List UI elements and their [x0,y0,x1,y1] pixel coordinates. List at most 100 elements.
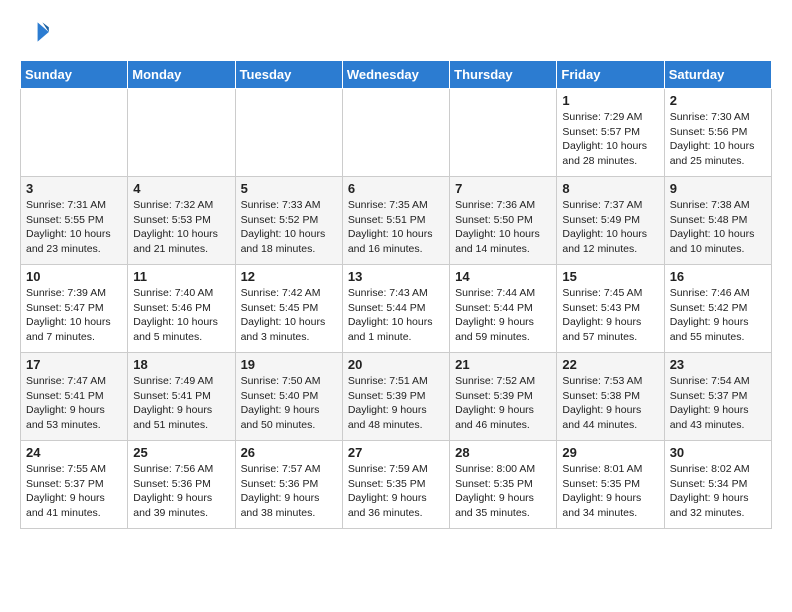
day-number: 14 [455,269,551,284]
day-number: 15 [562,269,658,284]
calendar-cell: 20Sunrise: 7:51 AM Sunset: 5:39 PM Dayli… [342,353,449,441]
day-number: 27 [348,445,444,460]
calendar-cell [21,89,128,177]
day-number: 8 [562,181,658,196]
calendar-cell: 16 Sunrise: 7:46 AM Sunset: 5:42 PM Dayli… [664,265,771,353]
calendar-cell: 6Sunrise: 7:35 AM Sunset: 5:51 PM Daylig… [342,177,449,265]
calendar-cell: 19 Sunrise: 7:50 AM Sunset: 5:40 PM Dayli… [235,353,342,441]
calendar-cell: 12Sunrise: 7:42 AM Sunset: 5:45 PM Dayli… [235,265,342,353]
calendar-cell: 17 Sunrise: 7:47 AM Sunset: 5:41 PM Dayli… [21,353,128,441]
calendar-cell [235,89,342,177]
day-number: 12 [241,269,337,284]
calendar-cell: 3Sunrise: 7:31 AM Sunset: 5:55 PM Daylig… [21,177,128,265]
day-number: 9 [670,181,766,196]
day-info: Sunrise: 7:40 AM Sunset: 5:46 PM Dayligh… [133,286,229,345]
header [20,16,772,48]
logo [20,16,56,48]
day-number: 28 [455,445,551,460]
calendar-cell: 1Sunrise: 7:29 AM Sunset: 5:57 PM Daylig… [557,89,664,177]
weekday-header: Tuesday [235,61,342,89]
day-number: 24 [26,445,122,460]
day-number: 25 [133,445,229,460]
day-info: Sunrise: 7:33 AM Sunset: 5:52 PM Dayligh… [241,198,337,257]
calendar-cell: 27 Sunrise: 7:59 AM Sunset: 5:35 PM Dayli… [342,441,449,529]
day-number: 22 [562,357,658,372]
calendar-cell: 11 Sunrise: 7:40 AM Sunset: 5:46 PM Dayli… [128,265,235,353]
calendar-cell: 8 Sunrise: 7:37 AM Sunset: 5:49 PM Daylig… [557,177,664,265]
day-info: Sunrise: 8:02 AM Sunset: 5:34 PM Dayligh… [670,462,766,521]
day-number: 26 [241,445,337,460]
calendar-cell [342,89,449,177]
day-number: 20 [348,357,444,372]
day-info: Sunrise: 7:38 AM Sunset: 5:48 PM Dayligh… [670,198,766,257]
weekday-header: Saturday [664,61,771,89]
day-number: 11 [133,269,229,284]
day-info: Sunrise: 7:29 AM Sunset: 5:57 PM Dayligh… [562,110,658,169]
weekday-header: Monday [128,61,235,89]
calendar-cell: 18Sunrise: 7:49 AM Sunset: 5:41 PM Dayli… [128,353,235,441]
day-number: 7 [455,181,551,196]
day-number: 5 [241,181,337,196]
day-info: Sunrise: 7:54 AM Sunset: 5:37 PM Dayligh… [670,374,766,433]
day-info: Sunrise: 7:44 AM Sunset: 5:44 PM Dayligh… [455,286,551,345]
calendar-cell: 5 Sunrise: 7:33 AM Sunset: 5:52 PM Daylig… [235,177,342,265]
calendar-cell: 29 Sunrise: 8:01 AM Sunset: 5:35 PM Dayli… [557,441,664,529]
day-info: Sunrise: 7:35 AM Sunset: 5:51 PM Dayligh… [348,198,444,257]
calendar-cell: 23 Sunrise: 7:54 AM Sunset: 5:37 PM Dayli… [664,353,771,441]
calendar-cell: 24 Sunrise: 7:55 AM Sunset: 5:37 PM Dayli… [21,441,128,529]
day-info: Sunrise: 7:46 AM Sunset: 5:42 PM Dayligh… [670,286,766,345]
day-number: 3 [26,181,122,196]
day-number: 19 [241,357,337,372]
day-info: Sunrise: 7:50 AM Sunset: 5:40 PM Dayligh… [241,374,337,433]
calendar-week-row: 24 Sunrise: 7:55 AM Sunset: 5:37 PM Dayli… [21,441,772,529]
day-info: Sunrise: 8:01 AM Sunset: 5:35 PM Dayligh… [562,462,658,521]
day-number: 16 [670,269,766,284]
day-info: Sunrise: 7:47 AM Sunset: 5:41 PM Dayligh… [26,374,122,433]
weekday-header: Thursday [450,61,557,89]
day-info: Sunrise: 7:37 AM Sunset: 5:49 PM Dayligh… [562,198,658,257]
calendar-cell: 30 Sunrise: 8:02 AM Sunset: 5:34 PM Dayli… [664,441,771,529]
day-number: 13 [348,269,444,284]
day-number: 29 [562,445,658,460]
calendar-cell: 7 Sunrise: 7:36 AM Sunset: 5:50 PM Daylig… [450,177,557,265]
day-info: Sunrise: 7:59 AM Sunset: 5:35 PM Dayligh… [348,462,444,521]
calendar-cell: 15 Sunrise: 7:45 AM Sunset: 5:43 PM Dayli… [557,265,664,353]
day-info: Sunrise: 7:55 AM Sunset: 5:37 PM Dayligh… [26,462,122,521]
calendar-cell: 13 Sunrise: 7:43 AM Sunset: 5:44 PM Dayli… [342,265,449,353]
calendar-cell: 4 Sunrise: 7:32 AM Sunset: 5:53 PM Daylig… [128,177,235,265]
weekday-header: Wednesday [342,61,449,89]
day-info: Sunrise: 7:36 AM Sunset: 5:50 PM Dayligh… [455,198,551,257]
weekday-header: Sunday [21,61,128,89]
calendar-cell: 14 Sunrise: 7:44 AM Sunset: 5:44 PM Dayli… [450,265,557,353]
day-info: Sunrise: 7:30 AM Sunset: 5:56 PM Dayligh… [670,110,766,169]
calendar-week-row: 1Sunrise: 7:29 AM Sunset: 5:57 PM Daylig… [21,89,772,177]
day-number: 4 [133,181,229,196]
calendar-cell: 22 Sunrise: 7:53 AM Sunset: 5:38 PM Dayli… [557,353,664,441]
calendar-cell: 10Sunrise: 7:39 AM Sunset: 5:47 PM Dayli… [21,265,128,353]
day-info: Sunrise: 7:45 AM Sunset: 5:43 PM Dayligh… [562,286,658,345]
calendar-cell: 9 Sunrise: 7:38 AM Sunset: 5:48 PM Daylig… [664,177,771,265]
calendar-cell: 26Sunrise: 7:57 AM Sunset: 5:36 PM Dayli… [235,441,342,529]
calendar-cell: 21 Sunrise: 7:52 AM Sunset: 5:39 PM Dayli… [450,353,557,441]
weekday-header: Friday [557,61,664,89]
day-info: Sunrise: 7:32 AM Sunset: 5:53 PM Dayligh… [133,198,229,257]
day-number: 21 [455,357,551,372]
day-info: Sunrise: 7:49 AM Sunset: 5:41 PM Dayligh… [133,374,229,433]
day-info: Sunrise: 7:43 AM Sunset: 5:44 PM Dayligh… [348,286,444,345]
day-info: Sunrise: 7:56 AM Sunset: 5:36 PM Dayligh… [133,462,229,521]
day-number: 30 [670,445,766,460]
day-info: Sunrise: 7:53 AM Sunset: 5:38 PM Dayligh… [562,374,658,433]
calendar-cell [128,89,235,177]
calendar-header-row: SundayMondayTuesdayWednesdayThursdayFrid… [21,61,772,89]
page: SundayMondayTuesdayWednesdayThursdayFrid… [0,0,792,545]
calendar: SundayMondayTuesdayWednesdayThursdayFrid… [20,60,772,529]
day-number: 23 [670,357,766,372]
logo-icon [20,16,52,48]
day-info: Sunrise: 7:52 AM Sunset: 5:39 PM Dayligh… [455,374,551,433]
calendar-week-row: 10Sunrise: 7:39 AM Sunset: 5:47 PM Dayli… [21,265,772,353]
calendar-cell: 25 Sunrise: 7:56 AM Sunset: 5:36 PM Dayli… [128,441,235,529]
calendar-cell: 2Sunrise: 7:30 AM Sunset: 5:56 PM Daylig… [664,89,771,177]
day-info: Sunrise: 7:39 AM Sunset: 5:47 PM Dayligh… [26,286,122,345]
calendar-week-row: 3Sunrise: 7:31 AM Sunset: 5:55 PM Daylig… [21,177,772,265]
day-number: 17 [26,357,122,372]
